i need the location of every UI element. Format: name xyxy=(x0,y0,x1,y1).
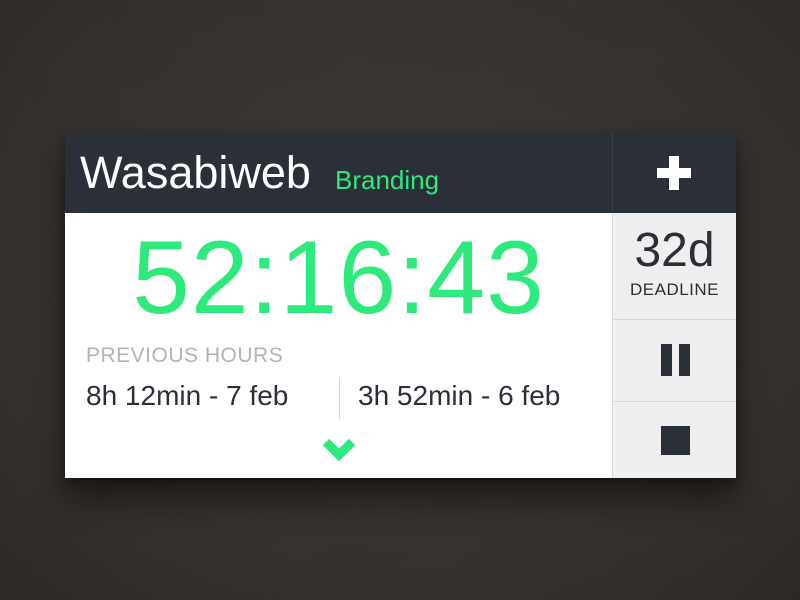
stop-icon xyxy=(661,426,690,455)
elapsed-time: 52:16:43 xyxy=(132,220,545,336)
deadline-value: 32d xyxy=(634,224,715,277)
stop-button[interactable] xyxy=(613,402,736,478)
entry-divider xyxy=(339,377,340,419)
plus-icon xyxy=(657,156,691,190)
add-entry-button[interactable] xyxy=(612,133,736,213)
client-title: Wasabiweb xyxy=(80,147,311,198)
widget-header: Wasabiweb Branding xyxy=(65,133,612,213)
chevron-down-icon xyxy=(322,438,356,462)
deadline-block: 32d DEADLINE xyxy=(613,213,736,320)
control-sidebar: 32d DEADLINE xyxy=(612,213,736,478)
timer-widget: Wasabiweb Branding 52:16:43 PREVIOUS HOU… xyxy=(65,133,736,478)
history-entry: 8h 12min - 7 feb xyxy=(86,380,289,411)
deadline-label: DEADLINE xyxy=(629,280,720,299)
timer-panel: 52:16:43 PREVIOUS HOURS 8h 12min - 7 feb… xyxy=(65,213,612,478)
history-entry: 3h 52min - 6 feb xyxy=(358,380,561,411)
pause-button[interactable] xyxy=(613,320,736,402)
expand-history-button[interactable] xyxy=(320,436,358,466)
project-tag: Branding xyxy=(335,165,440,195)
previous-hours-label: PREVIOUS HOURS xyxy=(86,344,284,367)
pause-icon xyxy=(661,344,690,376)
